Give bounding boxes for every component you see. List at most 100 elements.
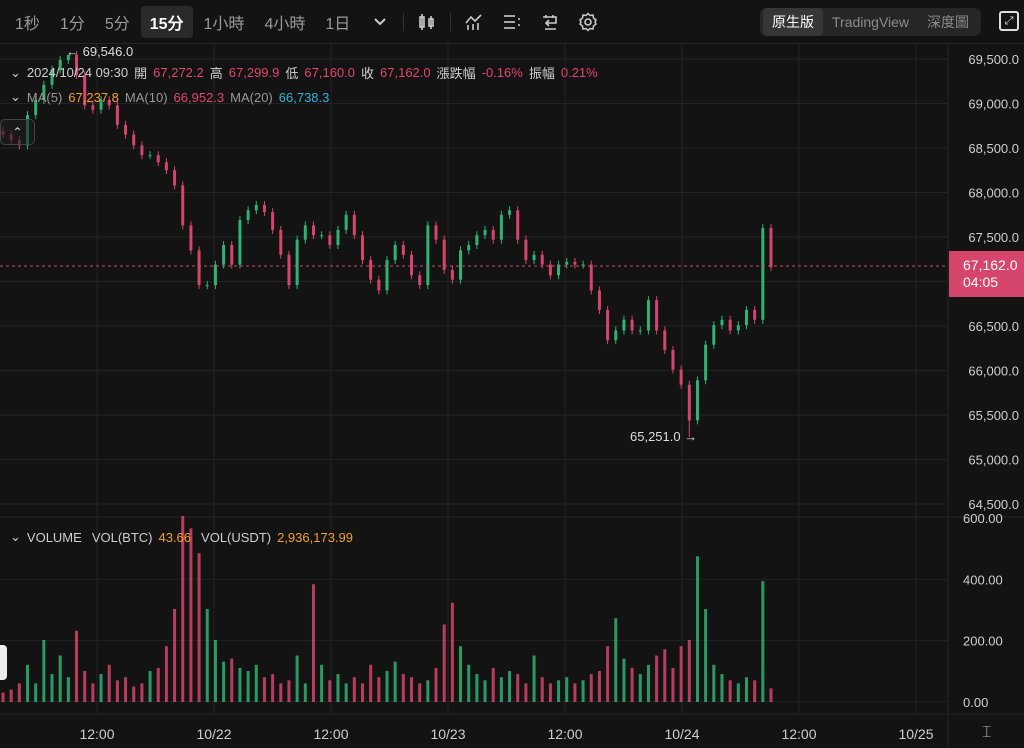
ma20-value: 66,738.3: [278, 89, 330, 105]
volume-bar: [769, 688, 773, 702]
volume-bar: [17, 683, 21, 702]
candle-body: [377, 279, 381, 291]
volume-bar: [606, 646, 610, 702]
candle-body: [687, 384, 691, 421]
collapse-legend-button[interactable]: ⌃: [0, 119, 35, 145]
candle-countdown: 04:05: [963, 274, 999, 290]
volume-bar: [360, 683, 364, 702]
price-tick-label: 67,500.0: [968, 230, 1019, 245]
candles: [1, 50, 773, 438]
volume-bar: [369, 664, 373, 702]
candle-body: [140, 145, 144, 156]
volume-bar: [328, 680, 332, 702]
time-tick-label: 10/23: [430, 726, 465, 742]
volume-bar: [491, 667, 495, 702]
candle-body: [344, 214, 348, 230]
candle-body: [369, 260, 373, 280]
volume-bar: [75, 630, 79, 702]
volume-bar: [614, 618, 618, 702]
candle-body: [148, 155, 152, 157]
candle-body: [401, 245, 405, 255]
volume-legend: ⌄ VOLUME VOL(BTC) 43.66 VOL(USDT) 2,936,17…: [10, 529, 353, 545]
autoscale-icon[interactable]: ⌶: [982, 724, 992, 742]
candle-body: [189, 225, 193, 251]
chevron-down-icon[interactable]: ⌄: [10, 529, 21, 545]
candle-body: [491, 229, 495, 240]
volume-bar: [148, 671, 152, 702]
volume-bar: [679, 646, 683, 702]
volume-bar: [622, 658, 626, 702]
candle-body: [769, 228, 773, 268]
last-price-tag: 67,162.0 04:05: [949, 251, 1024, 297]
side-panel-handle[interactable]: [0, 645, 7, 680]
price-tick-label: 68,500.0: [968, 141, 1019, 156]
volume-bar: [1, 692, 5, 702]
time-tick-label: 10/22: [196, 726, 231, 742]
time-tick-label: 10/24: [664, 726, 699, 742]
time-tick-label: 12:00: [781, 726, 816, 742]
volume-bar: [320, 664, 324, 702]
volume-bar: [753, 680, 757, 702]
candle-body: [197, 250, 201, 286]
candle-body: [393, 245, 397, 261]
candle-body: [262, 204, 266, 213]
volume-bar: [401, 674, 405, 702]
price-tick-label: 68,000.0: [968, 186, 1019, 201]
volume-bar: [540, 677, 544, 702]
volume-bar: [655, 655, 659, 702]
candle-body: [238, 220, 242, 265]
volume-bar: [695, 556, 699, 702]
volume-bar: [671, 667, 675, 702]
candle-body: [483, 229, 487, 236]
legend-datetime: 2024/10/24 09:30: [26, 65, 129, 80]
candle-body: [679, 369, 683, 385]
candle-body: [614, 330, 618, 341]
candle-body: [508, 210, 512, 215]
volume-bar: [222, 661, 226, 702]
time-tick-label: 12:00: [313, 726, 348, 742]
candle-body: [328, 235, 332, 246]
close-value: 67,162.0: [380, 65, 431, 80]
candle-body: [91, 105, 95, 110]
price-tick-label: 69,500.0: [968, 52, 1019, 67]
volume-bar: [410, 677, 414, 702]
candle-body: [671, 350, 675, 370]
chevron-down-icon[interactable]: ⌄: [10, 65, 21, 81]
volume-bar: [189, 528, 193, 702]
open-label: 開: [134, 66, 148, 81]
volume-bar: [761, 581, 765, 702]
volume-bar: [434, 667, 438, 702]
candle-body: [450, 269, 454, 280]
candle-body: [115, 105, 119, 125]
volume-bar: [34, 683, 38, 702]
candle-body: [467, 245, 471, 251]
candle-body: [311, 225, 315, 236]
volume-bar: [173, 609, 177, 702]
candle-body: [279, 229, 283, 255]
volume-bar: [26, 664, 30, 702]
vol-usdt-value: 2,936,173.99: [277, 529, 353, 545]
low-label: 低: [285, 66, 299, 81]
candle-body: [124, 124, 128, 135]
candle-body: [303, 225, 307, 240]
price-tick-label: 69,000.0: [968, 97, 1019, 112]
ma10-label: MA(10): [124, 89, 168, 105]
candle-body: [360, 235, 364, 261]
candle-body: [336, 229, 340, 246]
candle-body: [646, 300, 650, 331]
close-label: 收: [361, 66, 375, 81]
volume-bar: [238, 667, 242, 702]
volume-bar: [442, 624, 446, 702]
high-value: 67,299.9: [228, 65, 280, 80]
volume-bar: [311, 584, 315, 702]
candle-body: [295, 239, 299, 286]
chevron-down-icon[interactable]: ⌄: [10, 89, 21, 105]
price-chart[interactable]: 69,500.0 69,000.0 68,500.0 68,000.0 67,500.0…: [0, 0, 1024, 748]
volume-bar: [704, 609, 708, 702]
vol-btc-value: 43.66: [158, 529, 192, 545]
volume-bar: [230, 658, 234, 702]
change-value: -0.16%: [481, 65, 523, 80]
candle-body: [499, 214, 503, 240]
candle-body: [418, 275, 422, 286]
candle-body: [638, 330, 642, 332]
